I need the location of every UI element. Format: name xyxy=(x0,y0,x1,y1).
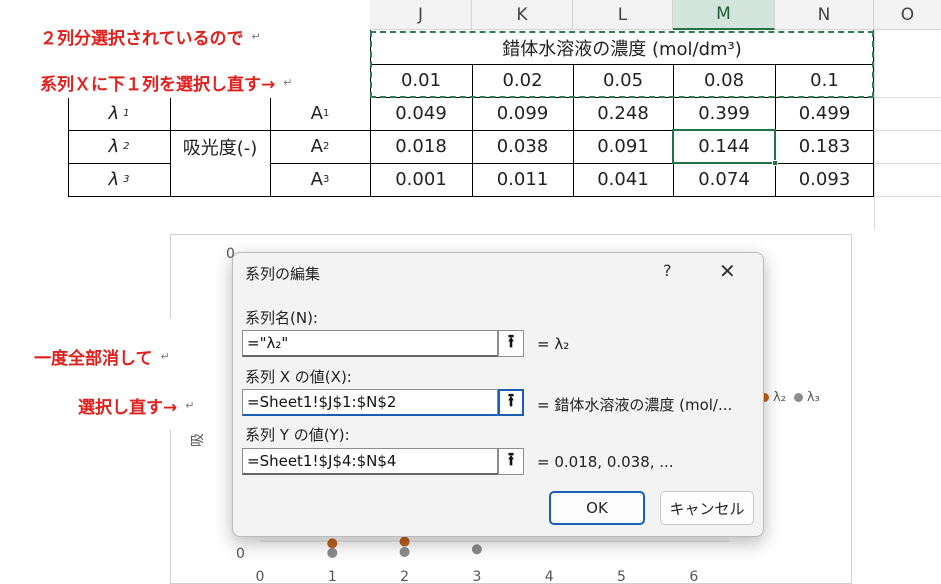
data-point-l2 xyxy=(327,538,338,549)
data-point-l3 xyxy=(327,547,338,558)
dialog-title: 系列の編集 xyxy=(245,265,321,283)
series-y-label: 系列 Y の値(Y): xyxy=(245,426,350,444)
series-name-field[interactable]: ="λ₂" xyxy=(242,330,498,357)
ok-button[interactable]: OK xyxy=(549,491,645,525)
x-tick-label: 1 xyxy=(328,569,337,584)
cancel-button[interactable]: キャンセル xyxy=(660,491,754,525)
x-tick-label: 5 xyxy=(617,569,626,584)
annotation-note: 選択し直す→ ↵ xyxy=(78,398,195,418)
collapse-range-icon[interactable]: ⭱ xyxy=(498,448,524,475)
x-tick-label: 2 xyxy=(400,569,409,584)
chart-legend: λ₂ λ₃ xyxy=(760,390,820,405)
series-y-field[interactable]: =Sheet1!$J$4:$N$4 xyxy=(242,448,498,475)
collapse-range-icon[interactable]: ⭱ xyxy=(498,330,524,357)
series-name-label: 系列名(N): xyxy=(245,309,318,327)
series-name-result: = λ₂ xyxy=(537,335,570,353)
legend-label-l3: λ₃ xyxy=(806,390,820,405)
x-tick-label: 6 xyxy=(689,569,698,584)
x-tick-label: 4 xyxy=(545,569,554,584)
series-x-label: 系列 X の値(X): xyxy=(245,368,352,386)
series-y-result: = 0.018, 0.038, ... xyxy=(537,453,674,471)
data-point-l3 xyxy=(471,544,482,555)
help-icon[interactable]: ? xyxy=(663,261,672,280)
data-point-l3 xyxy=(399,547,410,558)
collapse-range-icon[interactable]: ⭱ xyxy=(498,389,524,416)
x-tick-label: 0 xyxy=(256,569,265,584)
data-point-l2 xyxy=(399,536,410,547)
legend-marker-l3 xyxy=(793,393,803,402)
legend-label-l2: λ₂ xyxy=(773,390,786,405)
annotation-note: 一度全部消して ↵ xyxy=(34,349,170,369)
x-tick-label: 3 xyxy=(472,569,481,584)
edit-series-dialog: 系列の編集 ? ✕ 系列名(N): ="λ₂" ⭱ = λ₂ 系列 X の値(X… xyxy=(232,252,764,537)
series-x-result: = 錯体水溶液の濃度 (mol/... xyxy=(537,396,733,414)
close-icon[interactable]: ✕ xyxy=(719,259,736,283)
series-x-field[interactable]: =Sheet1!$J$1:$N$2 xyxy=(242,389,498,416)
